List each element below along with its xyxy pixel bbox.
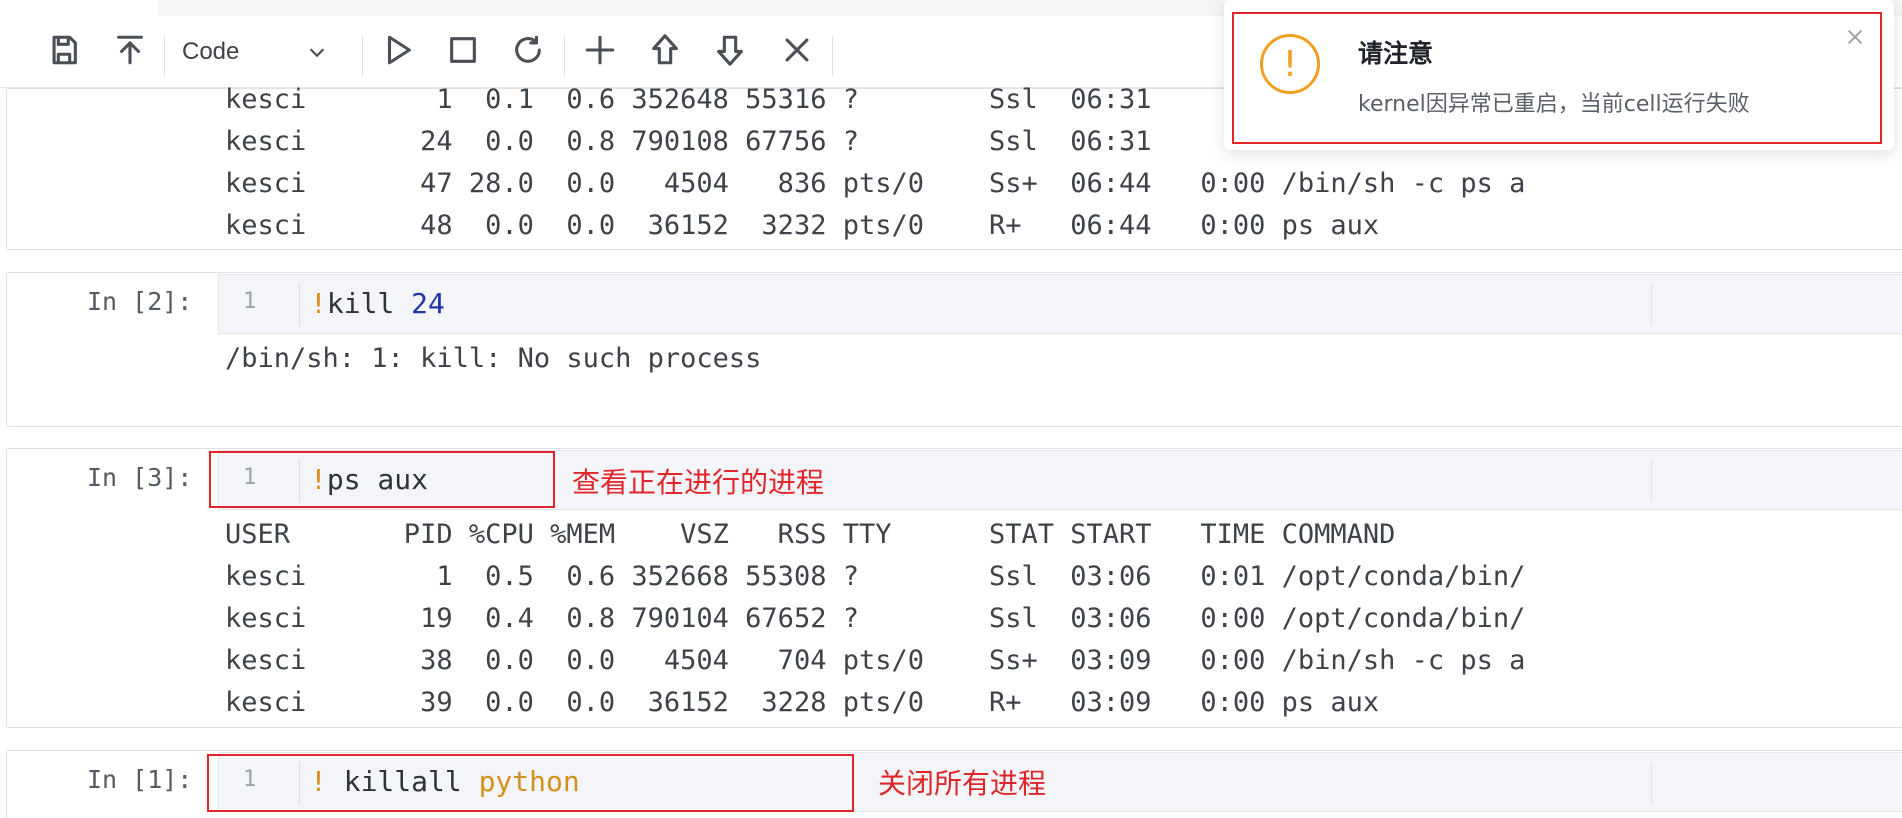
annotation-text: 关闭所有进程 (878, 767, 1047, 800)
code-bang: ! (310, 287, 327, 320)
code-line: !kill 24 (310, 287, 445, 320)
move-down-icon (717, 35, 743, 66)
cell-type-select[interactable]: Code (170, 34, 340, 70)
run-icon (387, 35, 411, 65)
warning-icon: ! (1260, 34, 1320, 94)
highlight-box (207, 754, 854, 812)
move-up-button[interactable] (643, 28, 687, 72)
close-notification-button[interactable] (1844, 26, 1866, 48)
notification-message: kernel因异常已重启，当前cell运行失败 (1358, 92, 1750, 117)
add-icon (585, 35, 615, 65)
output-line: kesci 24 0.0 0.8 790108 67756 ? Ssl 06:3… (225, 126, 1152, 157)
kernel-restart-notification: ! 请注意 kernel因异常已重启，当前cell运行失败 (1224, 0, 1894, 150)
toolbar-divider (564, 36, 565, 76)
chevron-down-icon (309, 48, 325, 58)
output-line: kesci 1 0.5 0.6 352668 55308 ? Ssl 03:06… (225, 561, 1526, 592)
output-line: kesci 39 0.0 0.0 36152 3228 pts/0 R+ 03:… (225, 687, 1380, 718)
save-button[interactable] (42, 28, 86, 72)
code-argument: 24 (411, 287, 445, 320)
restart-icon (515, 35, 541, 63)
annotation-text: 查看正在进行的进程 (572, 466, 825, 499)
run-button[interactable] (376, 28, 420, 72)
save-icon (52, 35, 77, 65)
active-tab-area (0, 0, 158, 16)
cell-prompt: In [3]: (87, 463, 193, 492)
ruler-line (1651, 283, 1652, 327)
output-line: kesci 47 28.0 0.0 4504 836 pts/0 Ss+ 06:… (225, 168, 1526, 199)
highlight-box (209, 451, 555, 508)
ruler-line (1651, 761, 1652, 805)
notebook-cell[interactable]: In [2]: 1 !kill 24 /bin/sh: 1: kill: No … (6, 272, 1902, 427)
output-line: kesci 19 0.4 0.8 790104 67652 ? Ssl 03:0… (225, 603, 1526, 634)
notification-title: 请注意 (1358, 39, 1434, 68)
toolbar-divider (832, 36, 833, 76)
close-icon (1847, 29, 1863, 45)
output-line: kesci 1 0.1 0.6 352648 55316 ? Ssl 06:31 (225, 84, 1152, 115)
output-header: USER PID %CPU %MEM VSZ RSS TTY STAT STAR… (225, 519, 1396, 550)
cell-prompt: In [2]: (87, 287, 193, 316)
output-line: /bin/sh: 1: kill: No such process (225, 343, 762, 374)
code-command: kill (326, 287, 412, 320)
add-cell-button[interactable] (578, 28, 622, 72)
toolbar-divider (362, 36, 363, 76)
delete-cell-button[interactable] (775, 28, 819, 72)
stop-icon (450, 37, 476, 63)
cell-type-value: Code (182, 38, 240, 65)
move-to-top-button[interactable] (108, 28, 152, 72)
move-top-icon (117, 35, 143, 65)
ruler-line (1651, 459, 1652, 503)
restart-button[interactable] (506, 28, 550, 72)
line-number: 1 (243, 289, 257, 314)
gutter-divider (299, 283, 300, 327)
highlight-box (1232, 12, 1882, 144)
output-line: kesci 48 0.0 0.0 36152 3232 pts/0 R+ 06:… (225, 210, 1380, 241)
toolbar-divider (164, 36, 165, 76)
move-up-icon (652, 34, 678, 65)
delete-icon (785, 38, 809, 62)
code-editor[interactable]: 1 !kill 24 (218, 274, 1902, 334)
stop-button[interactable] (441, 28, 485, 72)
cell-prompt: In [1]: (87, 765, 193, 794)
output-line: kesci 38 0.0 0.0 4504 704 pts/0 Ss+ 03:0… (225, 645, 1526, 676)
move-down-button[interactable] (708, 28, 752, 72)
